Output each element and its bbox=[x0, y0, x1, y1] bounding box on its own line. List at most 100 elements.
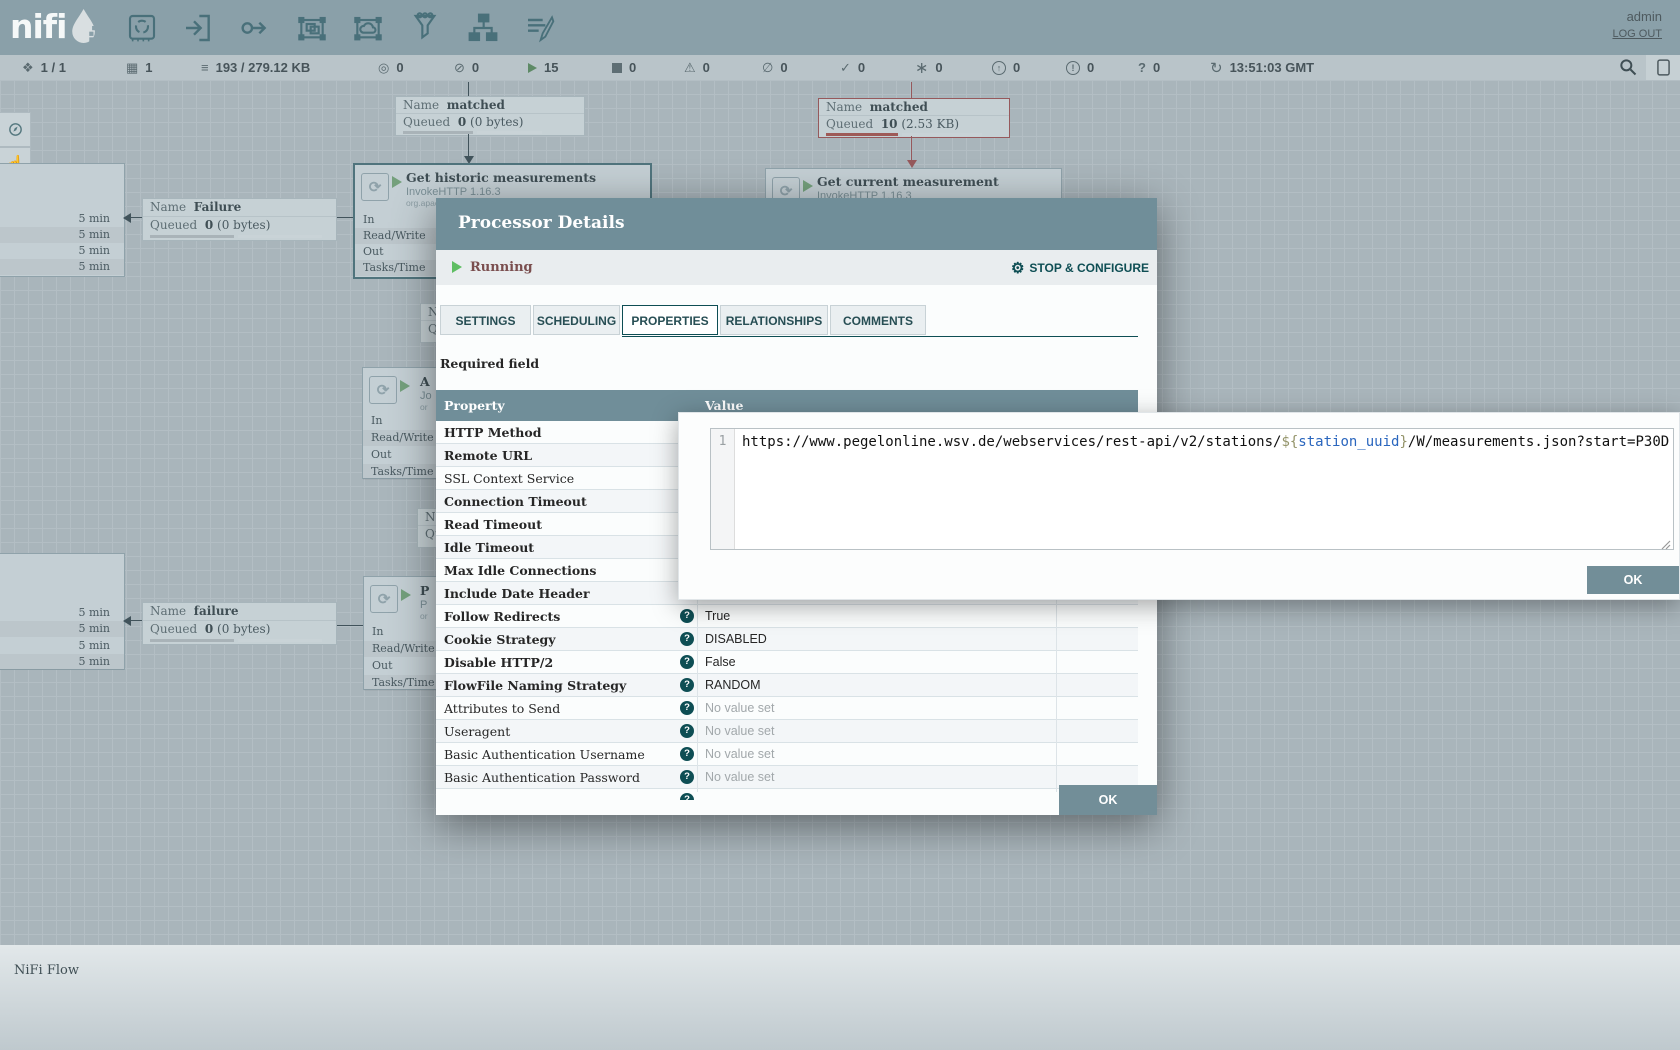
connection-arrowhead bbox=[123, 213, 131, 223]
running-icon bbox=[392, 176, 402, 188]
property-row[interactable]: Follow Redirects?True bbox=[436, 605, 1138, 628]
search-icon[interactable] bbox=[1618, 57, 1638, 77]
property-row[interactable]: Cookie Strategy?DISABLED bbox=[436, 628, 1138, 651]
connection-line bbox=[131, 620, 142, 621]
help-icon[interactable]: ? bbox=[680, 747, 694, 761]
queue-bar bbox=[238, 235, 322, 238]
breadcrumb[interactable]: NiFi Flow bbox=[14, 963, 79, 978]
disabled-icon: ∅ bbox=[762, 60, 773, 76]
property-row[interactable]: Attributes to Send?No value set bbox=[436, 697, 1138, 720]
processor-icon: ⟳ bbox=[369, 376, 397, 404]
line-number-gutter: 1 bbox=[711, 429, 735, 549]
connected-nodes-count: 1 / 1 bbox=[41, 60, 66, 75]
property-row-partial: ? bbox=[436, 789, 1138, 800]
property-row[interactable]: Useragent?No value set bbox=[436, 720, 1138, 743]
tab-relationships[interactable]: RELATIONSHIPS bbox=[720, 305, 828, 335]
nifi-app: ☝ 5 min 5 min 5 min 5 min Name Failure Q… bbox=[0, 0, 1680, 1050]
connection-label-matched-2[interactable]: Name matched Queued 10 (2.53 KB) bbox=[818, 98, 1010, 138]
help-icon[interactable]: ? bbox=[680, 701, 694, 715]
input-port-icon[interactable] bbox=[182, 12, 214, 44]
queue-bar bbox=[238, 639, 322, 642]
connection-label-failure-top[interactable]: Name Failure Queued 0 (0 bytes) bbox=[142, 198, 337, 241]
property-row[interactable]: Basic Authentication Password?No value s… bbox=[436, 766, 1138, 789]
canvas-footer: NiFi Flow bbox=[0, 945, 1680, 1050]
tab-underline bbox=[622, 336, 1138, 337]
nifi-drop-icon bbox=[68, 6, 102, 46]
help-icon[interactable]: ? bbox=[680, 632, 694, 646]
processor-state: Running bbox=[470, 260, 533, 275]
logout-link[interactable]: LOG OUT bbox=[1612, 28, 1662, 40]
running-icon bbox=[452, 261, 462, 273]
label-icon[interactable] bbox=[524, 12, 556, 44]
tab-settings[interactable]: SETTINGS bbox=[440, 305, 531, 335]
connection-line bbox=[131, 217, 142, 218]
property-row[interactable]: Disable HTTP/2?False bbox=[436, 651, 1138, 674]
queue-bar bbox=[477, 131, 542, 134]
dialog-tabs: SETTINGS SCHEDULING PROPERTIES RELATIONS… bbox=[440, 305, 926, 335]
connection-arrowhead bbox=[123, 616, 131, 626]
cluster-icon: ❖ bbox=[22, 60, 34, 76]
template-icon[interactable] bbox=[467, 12, 499, 44]
user-area: admin LOG OUT bbox=[1612, 9, 1662, 40]
stop-and-configure-button[interactable]: ⚙ STOP & CONFIGURE bbox=[1011, 259, 1149, 277]
connection-line-selected bbox=[911, 136, 912, 160]
help-icon: ? bbox=[680, 793, 694, 800]
processor-partial-left-top[interactable]: 5 min 5 min 5 min 5 min bbox=[0, 163, 125, 277]
help-icon[interactable]: ? bbox=[680, 724, 694, 738]
connection-label-matched-1[interactable]: Name matched Queued 0 (0 bytes) bbox=[395, 96, 585, 136]
editor-ok-button[interactable]: OK bbox=[1587, 566, 1679, 594]
connection-line bbox=[335, 625, 363, 626]
dialog-status-row: Running ⚙ STOP & CONFIGURE bbox=[436, 250, 1157, 285]
connection-line bbox=[335, 217, 353, 218]
tab-properties[interactable]: PROPERTIES bbox=[622, 305, 718, 335]
output-port-icon[interactable] bbox=[238, 12, 270, 44]
connection-label-failure-bottom[interactable]: Name failure Queued 0 (0 bytes) bbox=[142, 602, 337, 645]
locally-modified-icon: ∗ bbox=[915, 58, 928, 78]
running-icon bbox=[400, 380, 410, 392]
refresh-icon[interactable]: ↻ bbox=[1210, 59, 1223, 77]
remote-process-group-icon[interactable] bbox=[352, 12, 384, 44]
dialog-ok-button[interactable]: OK bbox=[1059, 785, 1157, 815]
queue-bar bbox=[150, 639, 234, 642]
connection-line-selected bbox=[911, 82, 912, 98]
not-transmitting-icon: ⊘ bbox=[454, 60, 465, 76]
running-count-icon bbox=[528, 63, 537, 73]
connection-line bbox=[468, 82, 469, 96]
invalid-icon: ⚠ bbox=[684, 60, 696, 76]
editor-content[interactable]: https://www.pegelonline.wsv.de/webservic… bbox=[742, 434, 1669, 450]
tab-scheduling[interactable]: SCHEDULING bbox=[533, 305, 620, 335]
stopped-count-icon bbox=[612, 63, 622, 73]
stale-icon: ↑ bbox=[992, 61, 1006, 75]
property-row[interactable]: FlowFile Naming Strategy?RANDOM bbox=[436, 674, 1138, 697]
queue-bar bbox=[150, 235, 234, 238]
connection-line bbox=[468, 134, 469, 156]
funnel-icon[interactable] bbox=[409, 12, 441, 44]
active-threads-count: 1 bbox=[145, 60, 152, 75]
processor-icon[interactable] bbox=[126, 12, 158, 44]
up-to-date-icon: ✓ bbox=[840, 60, 851, 76]
sync-failure-icon: ? bbox=[1138, 60, 1146, 75]
last-refresh-time: 13:51:03 GMT bbox=[1230, 60, 1315, 75]
queued-count: 193 / 279.12 KB bbox=[216, 60, 311, 75]
help-icon[interactable]: ? bbox=[680, 678, 694, 692]
processor-partial-left-bottom[interactable]: 5 min 5 min 5 min 5 min bbox=[0, 553, 125, 670]
locally-modified-stale-icon: ! bbox=[1066, 61, 1080, 75]
connection-arrowhead bbox=[907, 160, 917, 168]
threads-icon: ▦ bbox=[126, 60, 138, 76]
help-icon[interactable]: ? bbox=[680, 770, 694, 784]
queued-icon: ≡ bbox=[201, 60, 209, 75]
dialog-header[interactable]: Processor Details bbox=[436, 198, 1157, 250]
queue-bar bbox=[403, 131, 473, 134]
process-group-icon[interactable] bbox=[296, 12, 328, 44]
value-editor[interactable]: 1 https://www.pegelonline.wsv.de/webserv… bbox=[710, 428, 1674, 550]
navigate-palette-toggle[interactable] bbox=[0, 112, 31, 147]
transmitting-icon: ◎ bbox=[378, 60, 389, 76]
resize-handle[interactable] bbox=[1661, 537, 1671, 547]
help-icon[interactable]: ? bbox=[680, 655, 694, 669]
tab-comments[interactable]: COMMENTS bbox=[830, 305, 926, 335]
stop-configure-icon: ⚙ bbox=[1011, 259, 1024, 277]
property-row[interactable]: Basic Authentication Username?No value s… bbox=[436, 743, 1138, 766]
right-panel-toggle[interactable] bbox=[1646, 55, 1680, 80]
help-icon[interactable]: ? bbox=[680, 609, 694, 623]
running-count: 15 bbox=[544, 60, 558, 75]
